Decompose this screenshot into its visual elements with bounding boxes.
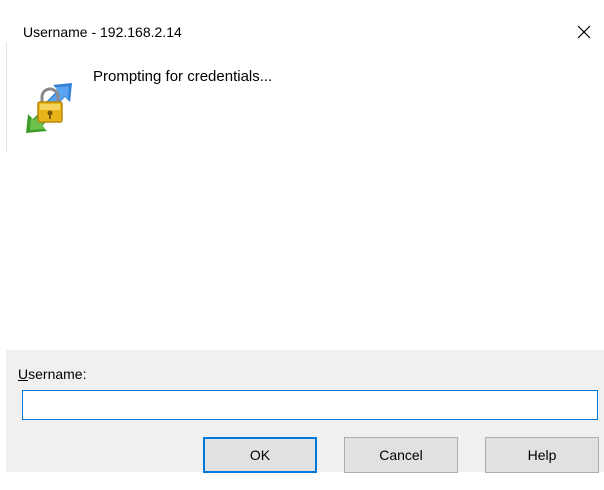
prompt-message: Prompting for credentials... (93, 68, 273, 85)
ok-button[interactable]: OK (203, 437, 317, 473)
username-label-text: sername: (28, 366, 87, 382)
credentials-dialog: Username - 192.168.2.14 Prompting for cr… (0, 0, 604, 490)
username-label-accelerator: U (18, 366, 29, 382)
close-button[interactable] (568, 18, 598, 44)
close-icon (568, 18, 598, 44)
username-input[interactable] (22, 390, 598, 420)
title-bar: Username - 192.168.2.14 (0, 0, 604, 40)
window-title: Username - 192.168.2.14 (23, 24, 182, 40)
help-button[interactable]: Help (485, 437, 599, 473)
window-edge (6, 42, 7, 152)
username-label: Username: (18, 366, 86, 382)
credentials-lock-icon (22, 80, 78, 136)
cancel-button[interactable]: Cancel (344, 437, 458, 473)
